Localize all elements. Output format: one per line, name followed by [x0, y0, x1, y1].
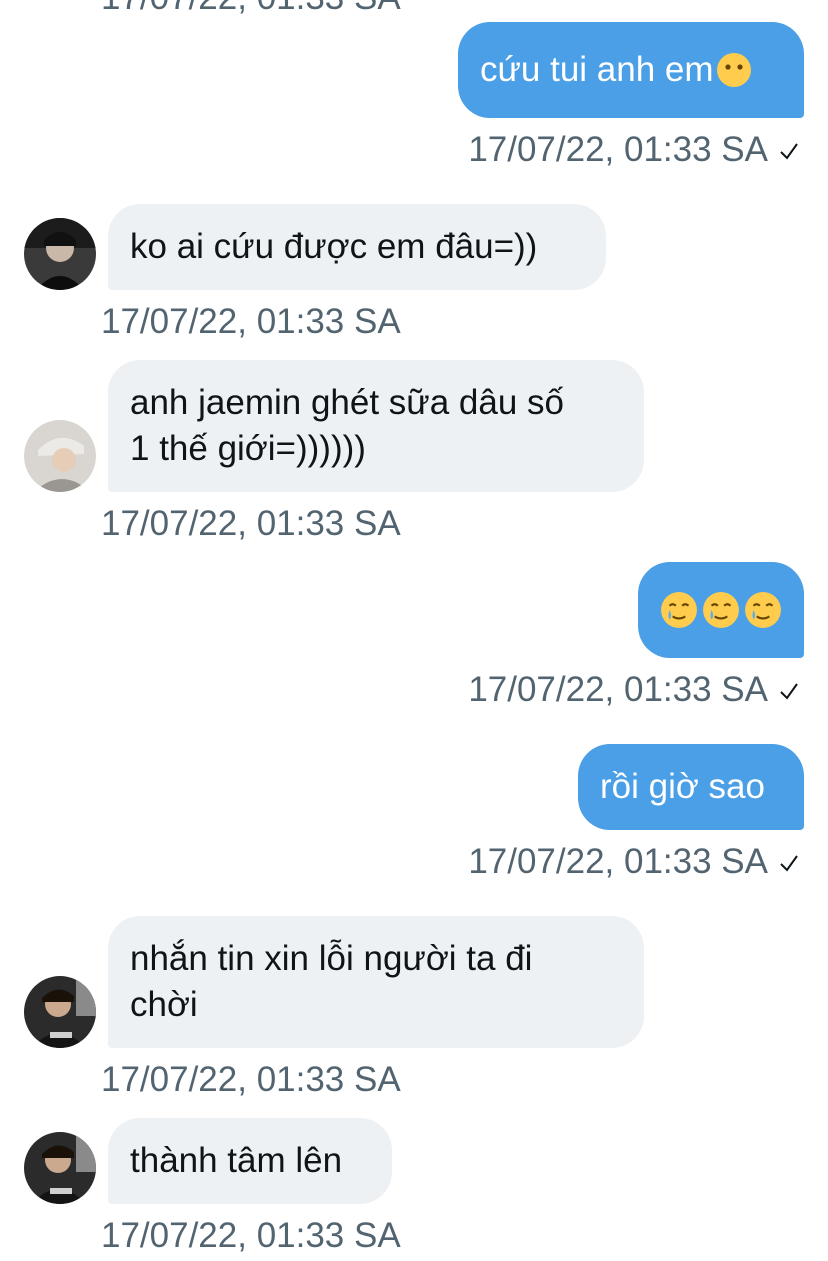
user-avatar[interactable] [24, 1132, 96, 1204]
message-text: cứu tui anh em [480, 50, 714, 89]
message-timestamp: 17/07/22, 01:33 SA [101, 1060, 401, 1099]
message-timestamp: 17/07/22, 01:33 SA [468, 670, 768, 709]
incoming-message-bubble[interactable]: nhắn tin xin lỗi người ta đi chời [108, 916, 644, 1048]
message-text-line: anh jaemin ghét sữa dâu số [130, 383, 564, 422]
user-avatar[interactable] [24, 218, 96, 290]
message-text-line: 1 thế giới=)))))) [130, 429, 366, 468]
smiling-tear-emoji [661, 592, 697, 628]
message-list[interactable]: 17/07/22, 01:33 SA cứu tui anh em 17/07/… [0, 0, 828, 1261]
incoming-message-bubble[interactable]: ko ai cứu được em đâu=)) [108, 204, 606, 290]
message-text-line: nhắn tin xin lỗi người ta đi [130, 939, 533, 978]
outgoing-message-bubble[interactable] [638, 562, 804, 658]
message-timestamp: 17/07/22, 01:33 SA [468, 842, 768, 881]
message-text: thành tâm lên [130, 1141, 343, 1180]
message-timestamp: 17/07/22, 01:33 SA [101, 302, 401, 341]
outgoing-message-bubble[interactable]: rồi giờ sao [578, 744, 804, 830]
message-text: rồi giờ sao [600, 767, 765, 806]
neutral-face-emoji [716, 53, 751, 87]
message-timestamp: 17/07/22, 01:33 SA [101, 1216, 401, 1255]
smiling-tear-emoji [703, 592, 739, 628]
user-avatar[interactable] [24, 976, 96, 1048]
outgoing-message-bubble[interactable]: cứu tui anh em [458, 22, 804, 118]
message-text: ko ai cứu được em đâu=)) [130, 227, 538, 266]
check-icon [780, 855, 798, 872]
message-timestamp: 17/07/22, 01:33 SA [468, 130, 768, 169]
incoming-message-bubble[interactable]: anh jaemin ghét sữa dâu số 1 thế giới=))… [108, 360, 644, 492]
check-icon [780, 683, 798, 700]
timestamp-clipped: 17/07/22, 01:33 SA [101, 0, 401, 18]
message-timestamp: 17/07/22, 01:33 SA [101, 504, 401, 543]
incoming-message-bubble[interactable]: thành tâm lên [108, 1118, 392, 1204]
smiling-tear-emoji [745, 592, 781, 628]
user-avatar[interactable] [24, 420, 96, 492]
check-icon [780, 143, 798, 160]
message-text-line: chời [130, 985, 198, 1024]
